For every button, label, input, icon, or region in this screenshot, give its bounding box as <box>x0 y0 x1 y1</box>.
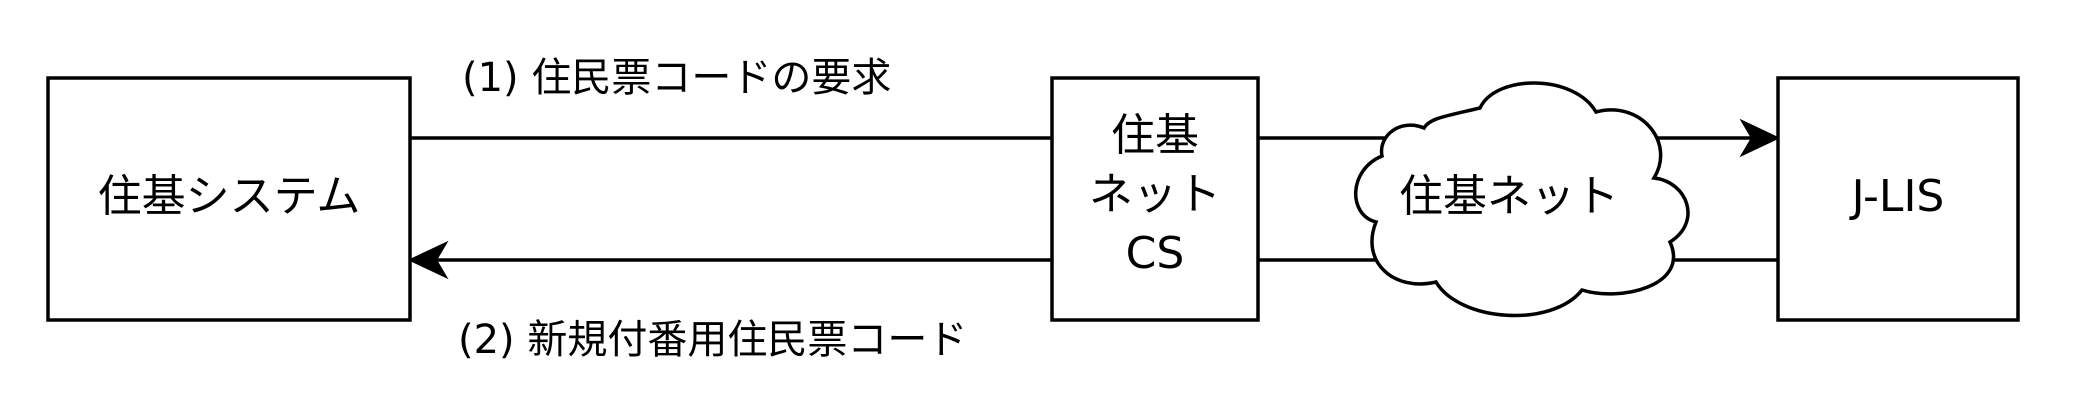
jlis-label: J-LIS <box>1849 171 1945 222</box>
response-edge-label: (2) 新規付番用住民票コード <box>458 317 967 363</box>
cs-label-line-1: 住基 <box>1111 110 1199 161</box>
cs-label-line-2: ネット <box>1089 169 1221 220</box>
request-edge-label: (1) 住民票コードの要求 <box>462 55 891 101</box>
jukisystem-label: 住基システム <box>98 171 361 222</box>
network-label: 住基ネット <box>1399 171 1619 222</box>
diagram-canvas: 住基システム 住基 ネット CS 住基ネット J-LIS (1) 住民票コードの… <box>46 55 2020 363</box>
cs-label-line-3: CS <box>1126 228 1185 279</box>
